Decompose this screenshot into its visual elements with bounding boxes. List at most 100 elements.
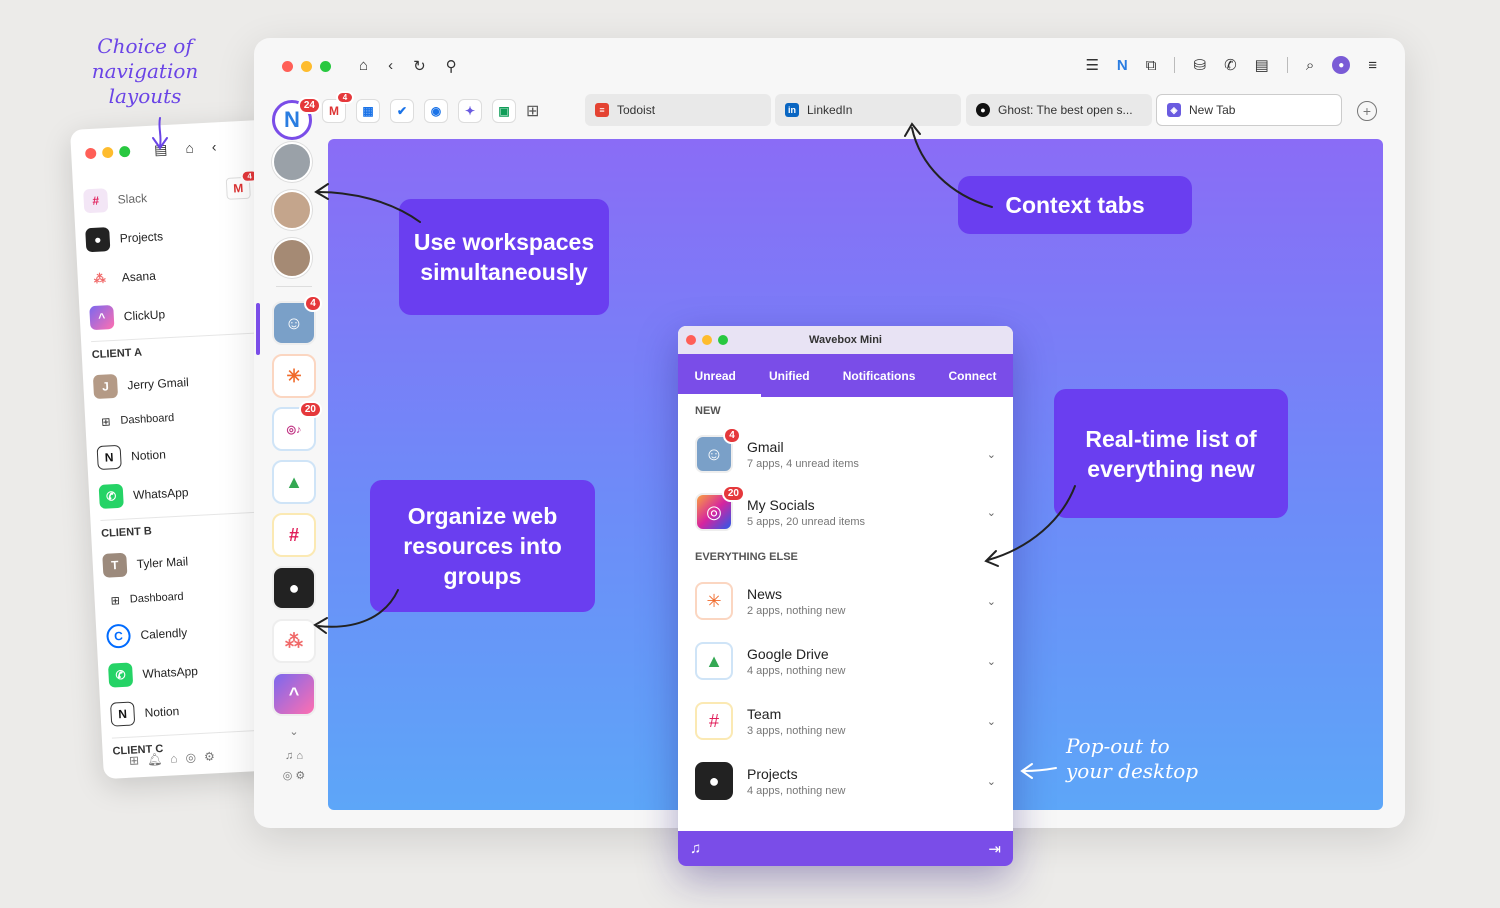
lock-icon[interactable]: ⌂ <box>296 750 303 762</box>
phone-icon[interactable]: ✆ <box>1224 56 1237 74</box>
tab-connect[interactable]: Connect <box>948 369 996 383</box>
chevron-down-icon[interactable]: ⌄ <box>987 448 996 461</box>
photo-group-tile[interactable]: ☺ 4 <box>272 295 322 345</box>
slack-icon: # <box>83 187 109 213</box>
asana-icon: ⁂ <box>87 265 113 291</box>
workspace-avatar[interactable] <box>272 142 312 182</box>
maximize-dot[interactable] <box>118 145 131 157</box>
clickup-icon: ^ <box>89 304 115 330</box>
bell-icon[interactable]: ♫ <box>690 840 701 857</box>
compass-icon[interactable]: ◎ <box>283 770 293 782</box>
profile-avatar-icon[interactable]: ● <box>1332 56 1351 74</box>
sidebar-item-label: ClickUp <box>123 306 166 323</box>
new-tab-button[interactable]: + <box>1357 101 1377 121</box>
wavebox-icon: ◈ <box>1167 103 1181 117</box>
sidebar-item-label: Projects <box>119 228 164 246</box>
chevron-down-icon[interactable]: ⌄ <box>987 595 996 608</box>
active-group-indicator <box>256 303 260 355</box>
workspace-avatar[interactable] <box>272 190 312 230</box>
bell-icon[interactable]: ♫ <box>285 750 293 762</box>
item-subtitle: 7 apps, 4 unread items <box>747 457 859 470</box>
gmail-icon[interactable]: M4 <box>322 91 354 123</box>
organize-callout: Organize web resources into groups <box>370 480 595 612</box>
google-drive-icon[interactable]: ▲ <box>272 460 316 504</box>
list-item[interactable]: ▲ Google Drive 4 apps, nothing new ⌄ <box>678 631 1013 691</box>
tab-unified[interactable]: Unified <box>769 369 810 383</box>
tab-ghost[interactable]: ● Ghost: The best open s... <box>966 94 1152 126</box>
gear-icon[interactable]: ⚙ <box>204 749 215 764</box>
extensions-icon[interactable]: ⧉ <box>1146 57 1157 74</box>
compass-icon[interactable]: ◎ <box>185 750 196 765</box>
unread-badge: 20 <box>721 485 745 502</box>
mini-footer: ♫ ⇥ <box>678 831 1013 866</box>
storage-icon[interactable]: ⛁ <box>1193 56 1206 74</box>
divider <box>1174 57 1176 73</box>
sidebar-toggle-icon[interactable]: ▤ <box>154 140 168 158</box>
context-tabs-callout: Context tabs <box>958 176 1192 234</box>
grid-icon: ⊞ <box>110 594 121 608</box>
wavebox-mini-window: Wavebox Mini Unread Unified Notification… <box>678 326 1013 866</box>
news-icon[interactable]: ✳ <box>272 354 316 398</box>
chevron-down-icon[interactable]: ⌄ <box>987 655 996 668</box>
list-item[interactable]: ● Projects 4 apps, nothing new ⌄ <box>678 751 1013 811</box>
home-icon[interactable]: ⌂ <box>359 57 368 75</box>
chevron-down-icon[interactable]: ⌄ <box>987 715 996 728</box>
reading-list-icon[interactable]: ▤ <box>1255 56 1269 74</box>
apps-grid-icon[interactable]: ⊞ <box>526 101 539 121</box>
workspace-avatar[interactable] <box>272 238 312 278</box>
close-dot[interactable] <box>84 147 97 159</box>
gear-icon[interactable]: ⚙ <box>295 770 305 782</box>
back-icon[interactable]: ‹ <box>211 138 217 155</box>
item-subtitle: 4 apps, nothing new <box>747 664 846 677</box>
socials-group-tile[interactable]: ◎♪ 20 <box>272 401 322 451</box>
split-view-icon[interactable]: ☰ <box>1085 56 1098 74</box>
minimize-dot[interactable] <box>101 146 114 158</box>
socials-badge: 20 <box>298 401 322 418</box>
tasks-icon[interactable]: ✔ <box>390 99 414 123</box>
popout-annotation: Pop-out to your desktop <box>1066 734 1199 783</box>
site-settings-icon[interactable]: ⚲ <box>446 57 457 75</box>
tab-linkedin[interactable]: in LinkedIn <box>775 94 961 126</box>
bell-icon[interactable]: 🔔︎ <box>147 752 163 767</box>
maximize-dot[interactable] <box>320 60 331 72</box>
list-item[interactable]: ✳ News 2 apps, nothing new ⌄ <box>678 571 1013 631</box>
workspaces-callout: Use workspaces simultaneously <box>399 199 609 315</box>
tab-unread[interactable]: Unread <box>695 369 736 383</box>
tab-new-tab[interactable]: ◈ New Tab <box>1156 94 1342 126</box>
list-item[interactable]: # Team 3 apps, nothing new ⌄ <box>678 691 1013 751</box>
list-item[interactable]: ◎ 20 My Socials 5 apps, 20 unread items ⌄ <box>678 483 1013 541</box>
slack-icon[interactable]: # <box>272 513 316 557</box>
contacts-icon[interactable]: ◉ <box>424 99 448 123</box>
tab-label: Ghost: The best open s... <box>998 103 1133 117</box>
add-icon[interactable]: ⊞ <box>129 753 140 768</box>
sidebar-item-clickup[interactable]: ^ ClickUp <box>89 289 276 338</box>
asana-icon[interactable]: ⁂ <box>272 619 316 663</box>
chat-icon[interactable]: ▣ <box>492 99 516 123</box>
search-icon[interactable]: ⌕ <box>1306 57 1314 74</box>
sidebar-item-label: Slack <box>117 190 148 207</box>
notion-n-icon[interactable]: N <box>1117 57 1128 74</box>
gmail-icon[interactable]: M4 <box>225 169 259 200</box>
gemini-icon[interactable]: ✦ <box>458 99 482 123</box>
chevron-down-icon[interactable]: ⌄ <box>272 725 316 738</box>
chevron-down-icon[interactable]: ⌄ <box>987 506 996 519</box>
home-icon[interactable]: ⌂ <box>185 139 194 156</box>
tab-label: LinkedIn <box>807 103 853 117</box>
chevron-down-icon[interactable]: ⌄ <box>987 775 996 788</box>
clickup-icon[interactable]: ^ <box>272 672 316 716</box>
tab-todoist[interactable]: ≡ Todoist <box>585 94 771 126</box>
logout-icon[interactable]: ⇥ <box>988 840 1001 858</box>
github-icon[interactable]: ● <box>272 566 316 610</box>
active-tab-indicator <box>678 394 761 397</box>
item-name: News <box>747 585 783 602</box>
minimize-dot[interactable] <box>301 60 312 72</box>
lock-icon[interactable]: ⌂ <box>170 751 178 765</box>
back-icon[interactable]: ‹ <box>388 57 393 75</box>
reload-icon[interactable]: ↻ <box>413 57 426 75</box>
menu-icon[interactable]: ≡ <box>1368 57 1377 74</box>
close-dot[interactable] <box>282 60 293 72</box>
tab-notifications[interactable]: Notifications <box>843 369 916 383</box>
list-item[interactable]: ☺ 4 Gmail 7 apps, 4 unread items ⌄ <box>678 425 1013 483</box>
item-subtitle: 3 apps, nothing new <box>747 724 846 737</box>
calendar-icon[interactable]: ▦ <box>356 99 380 123</box>
